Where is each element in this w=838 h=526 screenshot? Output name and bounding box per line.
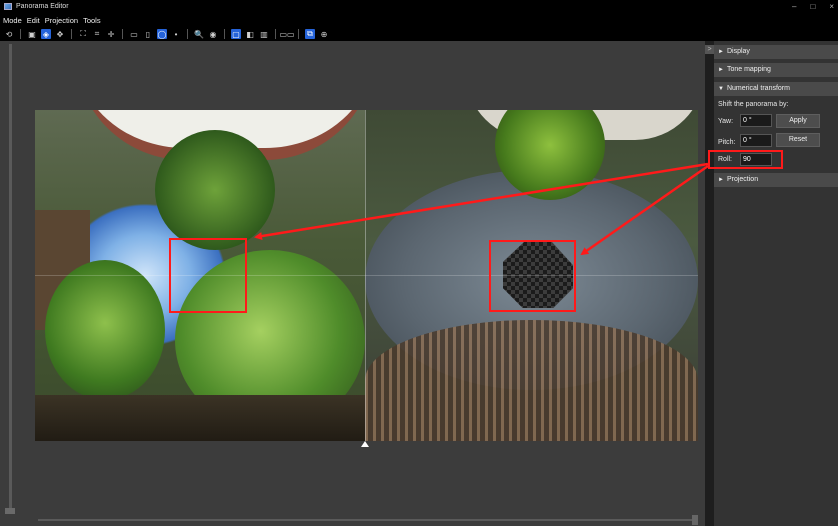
menu-tools[interactable]: Tools bbox=[83, 16, 101, 25]
fence bbox=[365, 320, 698, 441]
vertical-slider[interactable] bbox=[9, 44, 12, 514]
expand-icon: ► bbox=[718, 177, 724, 183]
section-projection[interactable]: ► Projection bbox=[714, 173, 838, 187]
undo-icon[interactable]: ⟲ bbox=[4, 29, 14, 39]
toolbar-separator bbox=[187, 29, 188, 39]
roll-highlight-box bbox=[708, 150, 783, 169]
section-numerical-transform-label: Numerical transform bbox=[726, 85, 790, 92]
fit-icon[interactable]: ⛶ bbox=[78, 29, 88, 39]
image-icon[interactable]: ▣ bbox=[27, 29, 37, 39]
toolbar-separator bbox=[298, 29, 299, 39]
toolbar-separator bbox=[71, 29, 72, 39]
pitch-label: Pitch: bbox=[718, 139, 736, 146]
expand-icon: ► bbox=[718, 49, 724, 55]
reset-button[interactable]: Reset bbox=[776, 133, 820, 147]
layers-icon[interactable]: ⧉ bbox=[305, 29, 315, 39]
collapse-panel-button[interactable]: > bbox=[705, 45, 714, 54]
single-view-icon[interactable]: ▢ bbox=[231, 29, 241, 39]
eye-icon[interactable]: ◉ bbox=[208, 29, 218, 39]
tree bbox=[155, 130, 275, 250]
highlight-box-right bbox=[489, 240, 576, 312]
expand-icon: ► bbox=[718, 67, 724, 73]
yaw-input[interactable]: 0 ° bbox=[740, 114, 772, 127]
menu-edit[interactable]: Edit bbox=[27, 16, 40, 25]
minimize-button[interactable]: – bbox=[792, 2, 796, 11]
apply-button[interactable]: Apply bbox=[776, 114, 820, 128]
horizontal-slider-handle[interactable] bbox=[692, 515, 698, 525]
compare-icon[interactable]: ▭▭ bbox=[279, 29, 294, 39]
rotate-icon[interactable]: ◈ bbox=[41, 29, 51, 39]
vertical-slider-handle[interactable] bbox=[5, 508, 15, 514]
crop-icon[interactable]: ⌗ bbox=[92, 29, 102, 39]
section-display[interactable]: ► Display bbox=[714, 45, 838, 59]
horizon-guide bbox=[35, 275, 698, 276]
move-icon[interactable]: ✥ bbox=[55, 29, 65, 39]
cylinder-icon[interactable]: ▯ bbox=[143, 29, 153, 39]
window-controls: – □ × bbox=[792, 0, 834, 13]
split-view-icon[interactable]: ◧ bbox=[245, 29, 255, 39]
yaw-label: Yaw: bbox=[718, 118, 734, 125]
toolbar-separator bbox=[224, 29, 225, 39]
close-button[interactable]: × bbox=[829, 2, 834, 11]
title-bar: Panorama Editor – □ × bbox=[0, 0, 838, 13]
pitch-input[interactable]: 0 ° bbox=[740, 134, 772, 147]
zoom-icon[interactable]: 🔍 bbox=[194, 29, 204, 39]
sphere-icon[interactable]: ◯ bbox=[157, 29, 167, 39]
crosshair-icon[interactable]: ✛ bbox=[106, 29, 116, 39]
section-display-label: Display bbox=[726, 48, 750, 55]
rectangle-icon[interactable]: ▭ bbox=[129, 29, 139, 39]
highlight-box-left bbox=[169, 238, 247, 313]
maximize-button[interactable]: □ bbox=[810, 2, 815, 11]
section-projection-label: Projection bbox=[726, 176, 759, 183]
dot-icon[interactable]: • bbox=[171, 29, 181, 39]
section-numerical-transform[interactable]: ▼ Numerical transform bbox=[714, 82, 838, 96]
horizontal-slider[interactable] bbox=[38, 519, 696, 521]
toolbar-separator bbox=[275, 29, 276, 39]
ground bbox=[35, 395, 365, 441]
toolbar-separator bbox=[20, 29, 21, 39]
collapse-icon: ▼ bbox=[718, 86, 724, 92]
toolbar: ⟲ ▣ ◈ ✥ ⛶ ⌗ ✛ ▭ ▯ ◯ • 🔍 ◉ ▢ ◧ ▥ ▭▭ ⧉ ⊕ bbox=[0, 27, 838, 41]
menu-projection[interactable]: Projection bbox=[45, 16, 78, 25]
window-title: Panorama Editor bbox=[16, 3, 69, 10]
shift-label: Shift the panorama by: bbox=[718, 101, 789, 108]
section-tone-mapping-label: Tone mapping bbox=[726, 66, 771, 73]
section-tone-mapping[interactable]: ► Tone mapping bbox=[714, 63, 838, 77]
tree bbox=[45, 260, 165, 400]
menu-mode[interactable]: Mode bbox=[3, 16, 22, 25]
book-icon[interactable]: ▥ bbox=[259, 29, 269, 39]
app-icon bbox=[4, 3, 12, 10]
center-marker[interactable] bbox=[361, 441, 369, 447]
settings-icon[interactable]: ⊕ bbox=[319, 29, 329, 39]
menu-bar: Mode Edit Projection Tools bbox=[0, 13, 838, 27]
toolbar-separator bbox=[122, 29, 123, 39]
